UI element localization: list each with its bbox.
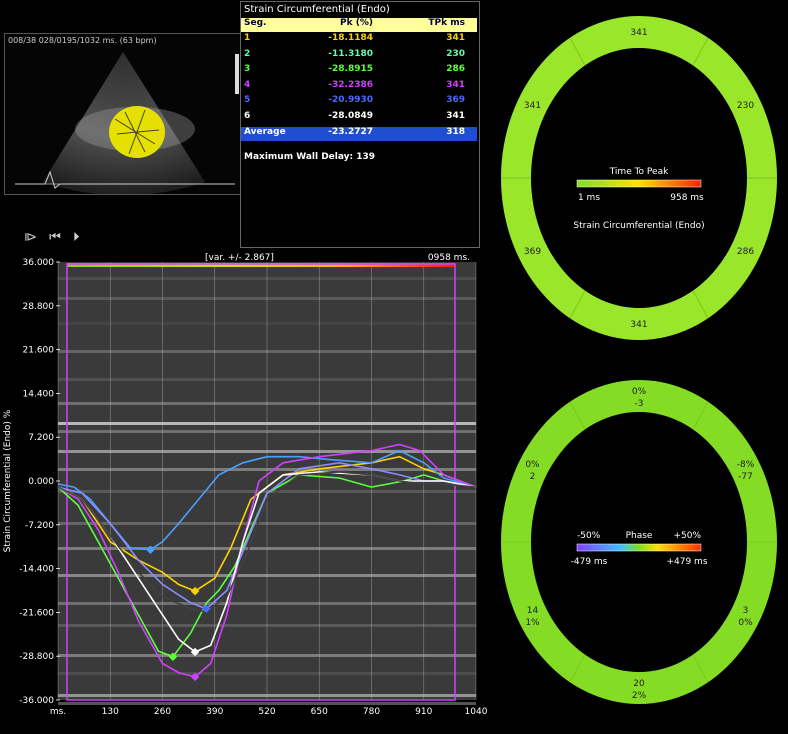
segment-phase-top: 0% [632, 387, 647, 397]
legend-max: 958 ms [670, 193, 704, 203]
x-tick-label: 260 [154, 707, 171, 717]
x-tick-label: 390 [206, 707, 223, 717]
cell-pk: -20.9930 [328, 95, 373, 105]
segment-phase-bottom: -3 [635, 399, 644, 409]
strain-table: Strain Circumferential (Endo) Seg. Pk (%… [240, 1, 480, 248]
cell-seg: 3 [244, 64, 251, 74]
table-row: 4 -32.2386 341 [241, 80, 477, 94]
legend-title: Phase [626, 531, 653, 541]
x-tick-label: 910 [415, 707, 432, 717]
cell-pk: -28.0849 [328, 110, 373, 121]
average-pk: -23.2727 [328, 127, 373, 137]
legend-colorbar [576, 179, 702, 188]
average-tpk: 318 [446, 127, 465, 137]
cell-tpk: 286 [446, 64, 465, 74]
table-row: 2 -11.3180 230 [241, 49, 477, 63]
cell-pk: -18.1184 [328, 33, 373, 43]
cell-seg: 4 [244, 79, 251, 90]
ring-caption: Strain Circumferential (Endo) [573, 221, 704, 231]
table-row: 6 -28.0849 341 [241, 111, 477, 125]
variance-label: [var. +/- 2.867] [205, 253, 274, 263]
play-controls-icon[interactable]: ⧐ ⏮ ⏵ [24, 230, 83, 245]
cell-tpk: 341 [446, 33, 465, 43]
table-average-row: Average -23.2727 318 [241, 127, 477, 141]
y-axis-label: Strain Circumferential (Endo) % [3, 409, 13, 552]
segment-value: 230 [737, 101, 754, 111]
average-label: Average [244, 127, 286, 137]
segment-phase-top: -8% [737, 460, 755, 470]
cell-seg: 5 [244, 95, 251, 105]
table-title: Strain Circumferential (Endo) [244, 4, 390, 15]
legend-min: -479 ms [571, 557, 608, 567]
x-tick-label: 780 [363, 707, 380, 717]
x-tick-label: 650 [311, 707, 328, 717]
segment-phase-top: 20 [633, 679, 645, 689]
echo-thumbnail[interactable]: 008/38 028/0195/1032 ms. (63 bpm) [4, 33, 244, 195]
legend-max: +479 ms [666, 557, 707, 567]
segment-value: 369 [524, 247, 541, 257]
segment-value: 286 [737, 247, 754, 257]
segment-phase-bottom: 0% [738, 618, 753, 628]
legend-pos: +50% [673, 531, 701, 541]
cell-tpk: 341 [446, 110, 465, 121]
ring-inner [531, 48, 747, 308]
cell-seg: 1 [244, 33, 251, 43]
segment-value: 341 [630, 28, 647, 38]
legend-min: 1 ms [578, 193, 600, 203]
cell-pk: -11.3180 [328, 48, 373, 59]
time-to-peak-ring: 341 230 286 341 369 341 Time To Peak 1 ms 958 ms… [501, 16, 777, 340]
legend-colorbar [576, 543, 702, 552]
table-row: 3 -28.8915 286 [241, 64, 477, 78]
cell-seg: 2 [244, 48, 251, 59]
header-seg: Seg. [244, 18, 267, 28]
segment-phase-bottom: -77 [738, 472, 753, 482]
echo-band [58, 702, 476, 705]
cell-seg: 6 [244, 110, 251, 121]
cycle-time-label: 0958 ms. [428, 253, 470, 263]
x-tick-label: 520 [258, 707, 275, 717]
table-row: 5 -20.9930 369 [241, 95, 477, 109]
segment-value: 341 [524, 101, 541, 111]
y-tick-label: 0.000 [28, 477, 54, 487]
legend-title: Time To Peak [609, 167, 669, 177]
segment-phase-bottom: 1% [525, 618, 540, 628]
legend-neg: -50% [577, 531, 601, 541]
x-tick-label: ms. [50, 707, 66, 717]
y-tick-label: 14.400 [23, 389, 55, 399]
cell-tpk: 369 [446, 95, 465, 105]
strain-chart: ms. 130 260 390 520 650 780 910 1040 36.000 28.800… [3, 253, 488, 717]
cell-pk: -28.8915 [328, 64, 373, 74]
segment-phase-bottom: 2% [632, 691, 647, 701]
y-tick-label: 36.000 [23, 258, 55, 268]
cell-tpk: 230 [446, 48, 465, 59]
y-tick-label: 7.200 [28, 433, 54, 443]
echo-image [15, 52, 239, 194]
segment-phase-top: 3 [743, 606, 749, 616]
ring-inner [531, 412, 747, 672]
y-tick-label: 21.600 [23, 346, 55, 356]
phase-ring: 0% -3 -8% -77 3 0% 20 2% 14 1% 0% 2 Phase -50% +50% -47… [501, 380, 777, 704]
segment-phase-bottom: 2 [530, 472, 536, 482]
y-tick-label: -36.000 [19, 696, 54, 706]
header-pk: Pk (%) [340, 18, 373, 28]
segment-value: 341 [630, 320, 647, 330]
cell-tpk: 341 [446, 79, 465, 90]
header-tpk: TPk ms [428, 18, 465, 28]
y-tick-label: 28.800 [23, 302, 55, 312]
playback-controls[interactable]: ⧐ ⏮ ⏵ [24, 230, 83, 245]
table-header-row: Seg. Pk (%) TPk ms [241, 18, 477, 32]
y-tick-label: -21.600 [19, 608, 54, 618]
x-tick-label: 1040 [465, 707, 488, 717]
y-tick-label: -14.400 [19, 565, 54, 575]
table-row: 1 -18.1184 341 [241, 33, 477, 47]
y-tick-label: -28.800 [19, 652, 54, 662]
x-tick-label: 130 [102, 707, 119, 717]
segment-phase-top: 0% [525, 460, 540, 470]
y-tick-label: -7.200 [25, 521, 54, 531]
cell-pk: -32.2386 [328, 79, 373, 90]
max-wall-delay: Maximum Wall Delay: 139 [244, 152, 376, 162]
segment-phase-top: 14 [527, 606, 539, 616]
